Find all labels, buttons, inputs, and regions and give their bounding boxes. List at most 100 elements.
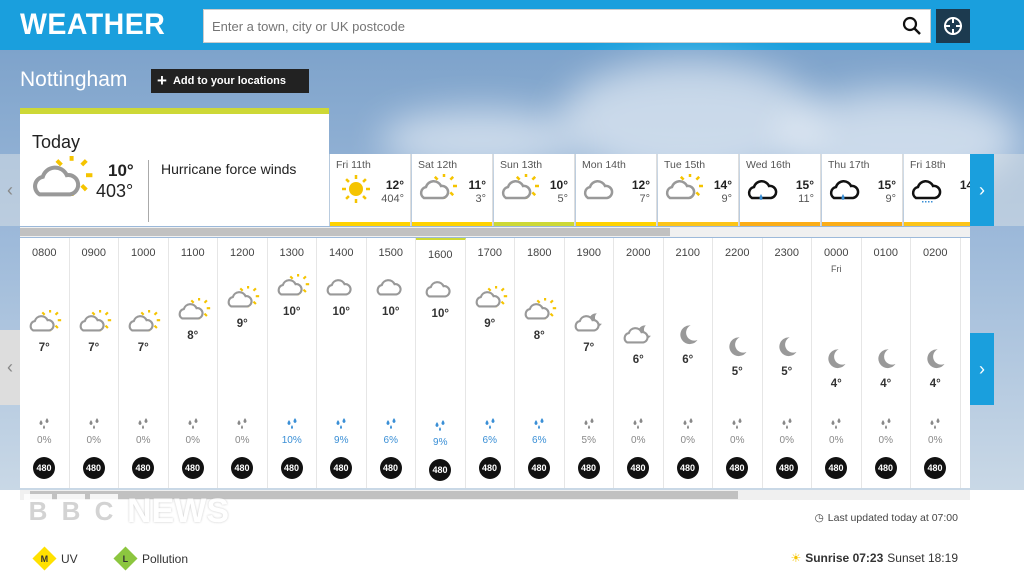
- hour-column[interactable]: 1500 10° 6% 480: [367, 238, 416, 488]
- clock-icon: ◷: [814, 512, 824, 524]
- add-location-button[interactable]: + Add to your locations: [151, 69, 309, 93]
- wind-speed: 480: [676, 457, 699, 479]
- raindrops-icon: [534, 418, 544, 429]
- locate-me-button[interactable]: [936, 9, 970, 43]
- crosshair-icon: [944, 17, 962, 35]
- day-name: Fri 11th: [336, 159, 371, 171]
- hour-time: 2000: [626, 247, 651, 259]
- days-prev-button[interactable]: ‹: [0, 154, 20, 226]
- hour-column[interactable]: 2200 5° 0% 480: [713, 238, 763, 488]
- moon-icon: [672, 322, 706, 353]
- wind-speed: 480: [429, 459, 451, 481]
- rain-cloud-icon: [828, 174, 868, 209]
- day-tab[interactable]: Fri 11th 12° 404°: [330, 154, 411, 226]
- day-high: 15°: [795, 178, 814, 192]
- raindrops-icon: [782, 418, 791, 429]
- day-tab[interactable]: Thu 17th 15° 9°: [822, 154, 903, 226]
- raindrops-icon: [237, 418, 247, 429]
- hour-column[interactable]: 1700 9° 6% 480: [466, 238, 515, 488]
- day-low: 9°: [885, 193, 896, 205]
- search-icon[interactable]: [902, 16, 922, 36]
- day-low: 9°: [721, 193, 732, 205]
- hour-column[interactable]: 1800 8° 6% 480: [515, 238, 565, 488]
- wind-speed: 480: [874, 457, 897, 479]
- day-tab[interactable]: Mon 14th 12° 7°: [576, 154, 657, 226]
- rain-chance: 0%: [680, 435, 695, 446]
- hour-column[interactable]: 0900 7° 0% 480: [70, 238, 119, 488]
- rain-chance: 0%: [136, 435, 151, 446]
- wind-speed: 480: [924, 457, 946, 479]
- hours-prev-button[interactable]: ‹: [0, 330, 20, 405]
- hour-time: 0800: [32, 247, 57, 259]
- hour-column[interactable]: 2000 6° 0% 480: [614, 238, 664, 488]
- hour-column[interactable]: 2300 5° 0% 480: [763, 238, 812, 488]
- cloud-icon: [582, 174, 622, 209]
- raindrops-icon: [89, 418, 98, 429]
- hour-temp: 10°: [382, 306, 400, 318]
- days-next-button[interactable]: ›: [970, 154, 994, 226]
- hour-column[interactable]: 0800 7° 0% 480: [20, 238, 70, 488]
- rain-chance: 0%: [779, 435, 794, 446]
- divider: [148, 160, 149, 222]
- location-name: Nottingham: [20, 68, 128, 91]
- rain-chance: 9%: [334, 435, 349, 446]
- rain-chance: 0%: [928, 435, 943, 446]
- hour-column[interactable]: 0000 Fri 4° 0% 480: [812, 238, 862, 488]
- sun-icon: [336, 174, 376, 209]
- raindrops-icon: [188, 418, 197, 429]
- pollution-indicator[interactable]: L Pollution: [113, 546, 188, 571]
- day-name: Sat 12th: [418, 159, 458, 171]
- day-low: 404°: [381, 193, 404, 205]
- rain-cloud-icon: [746, 174, 786, 209]
- hour-day: Fri: [831, 264, 842, 274]
- raindrops-icon: [485, 418, 494, 429]
- cloud-icon: [375, 274, 409, 305]
- raindrops-icon: [138, 418, 148, 429]
- wind-speed: 480: [280, 457, 303, 479]
- sun-cloud-icon: [474, 285, 508, 317]
- day-low: 11°: [798, 193, 814, 205]
- wind-speed: 480: [726, 457, 748, 479]
- hours-next-button[interactable]: ›: [970, 333, 994, 405]
- wind-speed: 480: [132, 457, 154, 479]
- uv-indicator[interactable]: M UV: [32, 546, 78, 571]
- hour-column[interactable]: 0100 4° 0% 480: [862, 238, 911, 488]
- raindrops-icon: [683, 418, 692, 429]
- sunrise-icon: ☀: [790, 551, 802, 565]
- hour-column[interactable]: 1900 7° 5% 480: [565, 238, 614, 488]
- search-input[interactable]: [204, 10, 884, 42]
- sun-cloud-icon: [78, 309, 112, 341]
- raindrops-icon: [386, 418, 395, 429]
- hour-time: 1200: [230, 247, 255, 259]
- hour-column[interactable]: 0200 4° 0% 480: [911, 238, 961, 488]
- hour-temp: 4°: [929, 378, 941, 390]
- hour-column[interactable]: 2100 6° 0% 480: [664, 238, 713, 488]
- hour-column[interactable]: 1600 10° 9% 480: [416, 238, 466, 488]
- day-tab[interactable]: Tue 15th 14° 9°: [658, 154, 739, 226]
- rain-chance: 6%: [383, 435, 398, 446]
- plus-icon: +: [157, 71, 167, 90]
- raindrops-icon: [930, 418, 940, 429]
- hourly-forecast: 0800 7° 0% 480 0900 7° 0% 480 1000 7° 0% 480 1100 8° 0…: [20, 238, 970, 488]
- days-scrollbar[interactable]: [20, 227, 970, 237]
- hour-temp: 6°: [632, 354, 644, 366]
- weather-logo[interactable]: WEATHER: [20, 8, 165, 42]
- today-card[interactable]: Today 10° 403° Hurricane force winds: [20, 108, 329, 226]
- rain-chance: 0%: [37, 435, 52, 446]
- cloud-icon: [424, 276, 458, 307]
- hour-column[interactable]: 1400 10° 9% 480: [317, 238, 367, 488]
- day-tab[interactable]: Sun 13th 10° 5°: [494, 154, 575, 226]
- temperature-bar: [330, 222, 410, 226]
- hour-time: 1500: [378, 247, 403, 259]
- day-high: 10°: [549, 178, 568, 192]
- temperature-bar: [740, 222, 820, 226]
- hour-temp: 8°: [533, 330, 545, 342]
- last-updated: ◷ Last updated today at 07:00: [815, 512, 958, 524]
- day-tab[interactable]: Wed 16th 15° 11°: [740, 154, 821, 226]
- hour-column[interactable]: 1300 10° 10% 480: [268, 238, 317, 488]
- rain-chance: 0%: [829, 435, 844, 446]
- hour-column[interactable]: 1200 9° 0% 480: [218, 238, 268, 488]
- hour-column[interactable]: 1000 7° 0% 480: [119, 238, 169, 488]
- hour-column[interactable]: 1100 8° 0% 480: [169, 238, 218, 488]
- day-tab[interactable]: Sat 12th 11° 3°: [412, 154, 493, 226]
